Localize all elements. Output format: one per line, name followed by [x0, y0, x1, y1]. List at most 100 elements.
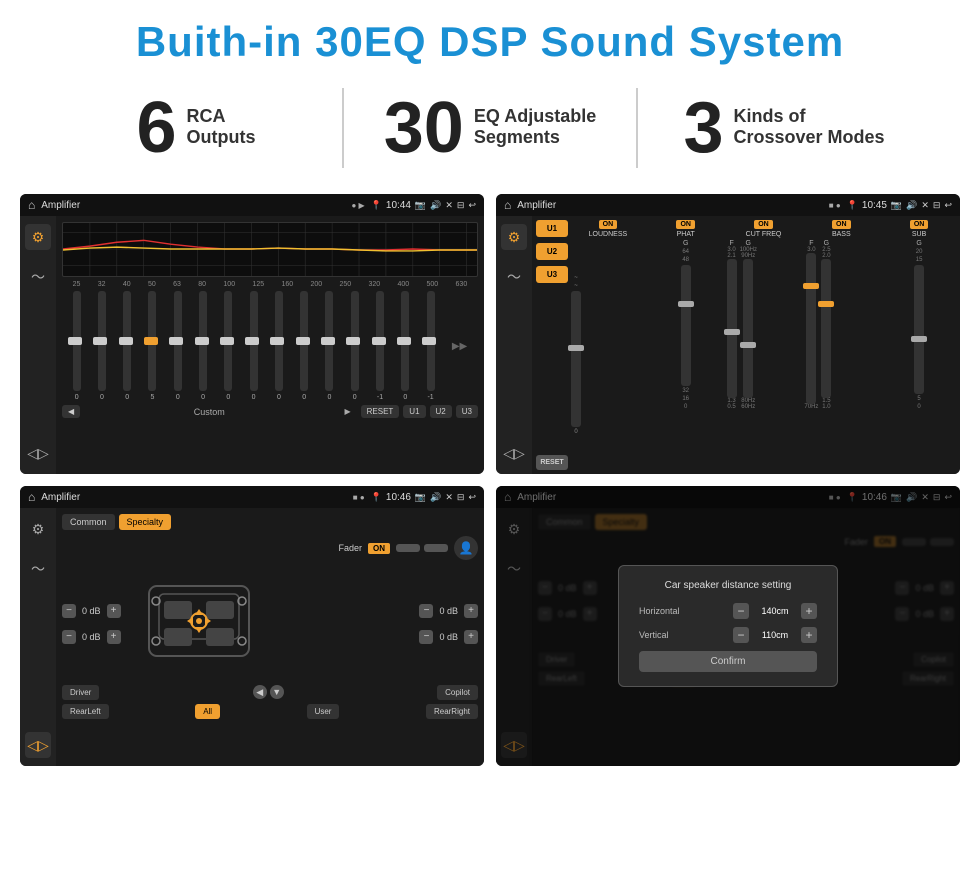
cutfreq-label: CUT FREQ — [746, 231, 782, 238]
slider-track-11[interactable] — [325, 291, 333, 391]
slider-thumb-3[interactable] — [119, 337, 133, 345]
vol-val-bl: 0 dB — [82, 632, 101, 642]
nav-eq-icon-3[interactable]: ⚙ — [25, 516, 51, 542]
dsp-reset-btn[interactable]: RESET — [536, 455, 568, 470]
fader-driver-btn[interactable]: Driver — [62, 685, 99, 700]
slider-track-3[interactable] — [123, 291, 131, 391]
nav-wave-icon[interactable]: 〜 — [25, 264, 51, 290]
vol-minus-br[interactable]: − — [419, 630, 433, 644]
slider-track-15[interactable] — [427, 291, 435, 391]
vol-row-bl: − 0 dB + — [62, 630, 121, 644]
slider-track-6[interactable] — [199, 291, 207, 391]
vol-plus-br[interactable]: + — [464, 630, 478, 644]
slider-thumb-4[interactable] — [144, 337, 158, 345]
dialog-confirm-button[interactable]: Confirm — [639, 651, 817, 672]
dialog-horizontal-minus[interactable]: − — [733, 603, 749, 619]
dsp-presets: U1 U2 U3 RESET — [536, 220, 568, 470]
camera-icon-3: 📷 — [415, 492, 426, 503]
fader-rearleft-btn[interactable]: RearLeft — [62, 704, 109, 719]
eq-arrow-right[interactable]: ▶▶ — [452, 341, 467, 352]
slider-val-2: 0 — [100, 394, 104, 401]
slider-track-9[interactable] — [275, 291, 283, 391]
eq-u3-btn[interactable]: U3 — [456, 405, 478, 418]
slider-track-7[interactable] — [224, 291, 232, 391]
slider-thumb-6[interactable] — [195, 337, 209, 345]
slider-thumb-15[interactable] — [422, 337, 436, 345]
slider-col-6: 0 — [199, 291, 207, 401]
dialog-horizontal-value: 140cm — [755, 606, 795, 616]
slider-thumb-8[interactable] — [245, 337, 259, 345]
slider-thumb-13[interactable] — [372, 337, 386, 345]
vol-plus-tl[interactable]: + — [107, 604, 121, 618]
eq-freq-630: 630 — [456, 281, 468, 288]
status-bar-3: ⌂ Amplifier ■ ● 📍 10:46 📷 🔊 ✕ ⊟ ↩ — [20, 486, 484, 508]
slider-col-2: 0 — [98, 291, 106, 401]
slider-thumb-9[interactable] — [270, 337, 284, 345]
slider-thumb-12[interactable] — [346, 337, 360, 345]
eq-prev-btn[interactable]: ◀ — [62, 405, 80, 418]
screens-grid: ⌂ Amplifier ● ▶ 📍 10:44 📷 🔊 ✕ ⊟ ↩ ⚙ 〜 ◁▷ — [0, 186, 980, 786]
fader-hslider-2[interactable] — [424, 544, 448, 552]
eq-reset-btn[interactable]: RESET — [361, 405, 400, 418]
nav-speaker-icon-2[interactable]: ◁▷ — [501, 440, 527, 466]
nav-eq-icon-2[interactable]: ⚙ — [501, 224, 527, 250]
fader-user-btn[interactable]: User — [307, 704, 340, 719]
slider-thumb-11[interactable] — [321, 337, 335, 345]
slider-thumb-14[interactable] — [397, 337, 411, 345]
slider-track-10[interactable] — [300, 291, 308, 391]
nav-eq-icon[interactable]: ⚙ — [25, 224, 51, 250]
back-icon-1: ↩ — [468, 200, 476, 211]
vol-val-br: 0 dB — [439, 632, 458, 642]
dsp-u2-btn[interactable]: U2 — [536, 243, 568, 260]
fader-copilot-btn[interactable]: Copilot — [437, 685, 478, 700]
eq-u2-btn[interactable]: U2 — [430, 405, 452, 418]
slider-track-4[interactable] — [148, 291, 156, 391]
fader-sliders — [396, 544, 448, 552]
slider-thumb-7[interactable] — [220, 337, 234, 345]
fader-on-badge: ON — [368, 543, 390, 554]
tab-specialty[interactable]: Specialty — [119, 514, 172, 530]
x-icon-3: ✕ — [445, 492, 453, 503]
dialog-horizontal-plus[interactable]: + — [801, 603, 817, 619]
dialog-vertical-plus[interactable]: + — [801, 627, 817, 643]
left-vol-controls: − 0 dB + − 0 dB + — [62, 601, 121, 647]
vol-plus-tr[interactable]: + — [464, 604, 478, 618]
slider-track-2[interactable] — [98, 291, 106, 391]
bass-label: BASS — [832, 231, 851, 238]
eq-play-btn[interactable]: ▶ — [338, 405, 356, 418]
dsp-u3-btn[interactable]: U3 — [536, 266, 568, 283]
stat-divider-1 — [342, 88, 344, 168]
dialog-box: Car speaker distance setting Horizontal … — [618, 565, 838, 687]
dialog-vertical-minus[interactable]: − — [733, 627, 749, 643]
eq-u1-btn[interactable]: U1 — [403, 405, 425, 418]
eq-freq-100: 100 — [223, 281, 235, 288]
slider-thumb-1[interactable] — [68, 337, 82, 345]
vol-minus-tl[interactable]: − — [62, 604, 76, 618]
slider-track-12[interactable] — [351, 291, 359, 391]
slider-track-13[interactable] — [376, 291, 384, 391]
slider-thumb-5[interactable] — [169, 337, 183, 345]
nav-wave-icon-3[interactable]: 〜 — [25, 556, 51, 582]
dsp-u1-btn[interactable]: U1 — [536, 220, 568, 237]
slider-val-6: 0 — [201, 394, 205, 401]
slider-thumb-2[interactable] — [93, 337, 107, 345]
fader-hslider-1[interactable] — [396, 544, 420, 552]
nav-wave-icon-2[interactable]: 〜 — [501, 264, 527, 290]
vol-minus-tr[interactable]: − — [419, 604, 433, 618]
tab-common[interactable]: Common — [62, 514, 115, 530]
slider-track-8[interactable] — [250, 291, 258, 391]
arrow-left-icon[interactable]: ◀ — [253, 685, 267, 699]
slider-thumb-10[interactable] — [296, 337, 310, 345]
slider-track-14[interactable] — [401, 291, 409, 391]
fader-all-btn[interactable]: All — [195, 704, 220, 719]
camera-icon-2: 📷 — [891, 200, 902, 211]
arrow-down-icon[interactable]: ▼ — [270, 685, 284, 699]
nav-speaker-icon-3[interactable]: ◁▷ — [25, 732, 51, 758]
vol-plus-bl[interactable]: + — [107, 630, 121, 644]
x-icon-1: ✕ — [445, 200, 453, 211]
vol-minus-bl[interactable]: − — [62, 630, 76, 644]
slider-track-1[interactable] — [73, 291, 81, 391]
slider-track-5[interactable] — [174, 291, 182, 391]
fader-rearright-btn[interactable]: RearRight — [426, 704, 478, 719]
nav-speaker-icon[interactable]: ◁▷ — [25, 440, 51, 466]
